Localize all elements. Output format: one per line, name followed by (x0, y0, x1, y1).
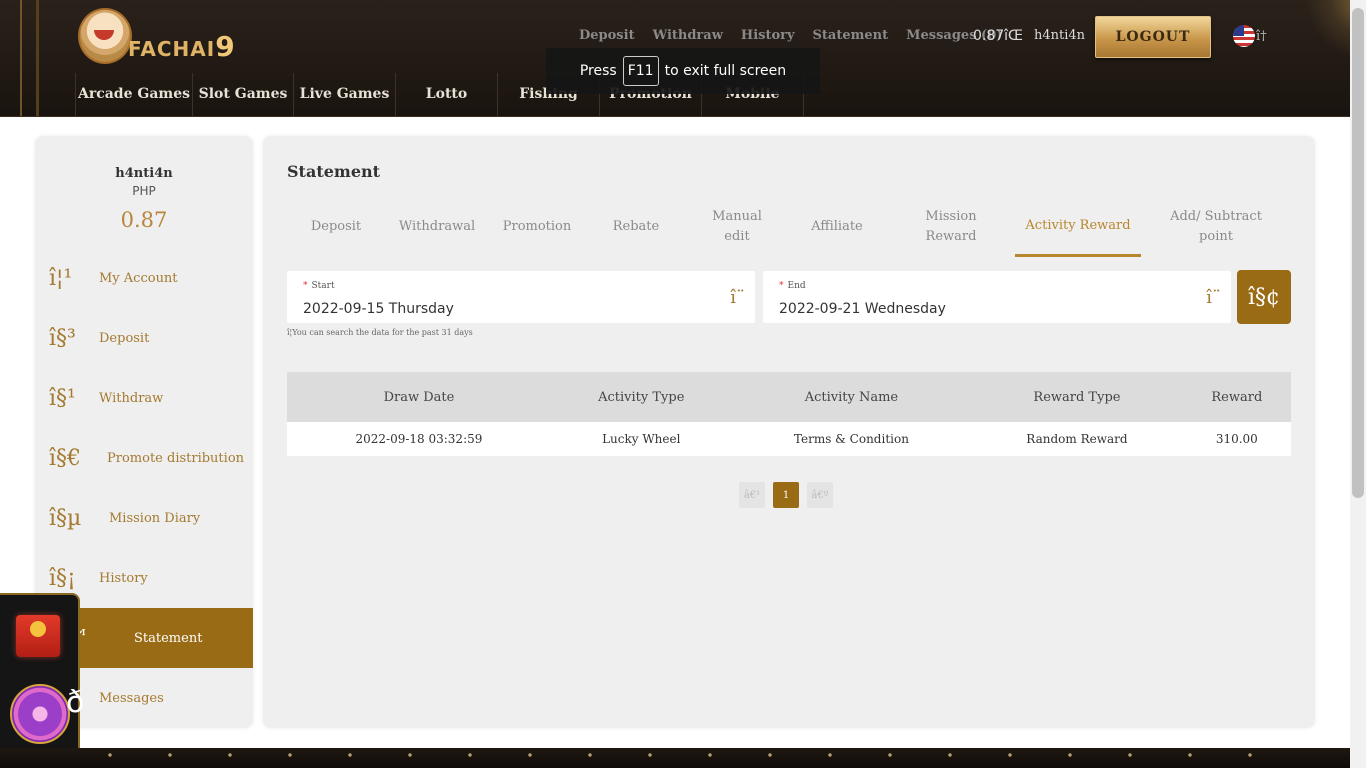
pagination: â€¹ 1 â€º (739, 482, 833, 508)
activity-reward-table: Draw Date Activity Type Activity Name Re… (287, 372, 1291, 456)
nav-lotto[interactable]: Lotto (395, 73, 497, 116)
logo-mascot-icon[interactable] (78, 8, 132, 64)
scrollbar-thumb[interactable] (1352, 8, 1364, 498)
cell-activity-name: Terms & Condition (793, 432, 909, 446)
next-page-button[interactable]: â€º (807, 482, 833, 508)
calendar-icon[interactable]: î¨ (730, 287, 745, 308)
end-date-field[interactable]: * End 2022-09-21 Wednesday î¨ (763, 271, 1231, 323)
tab-manual-edit[interactable]: Manual edit (699, 198, 775, 256)
statement-tabs: Deposit Withdrawal Promotion Rebate Manu… (287, 198, 1291, 257)
tab-affiliate[interactable]: Affiliate (787, 198, 887, 256)
sidebar-username: h4nti4n (115, 166, 173, 181)
start-date-value: 2022-09-15 Thursday (303, 301, 454, 317)
nav-live-games[interactable]: Live Games (293, 73, 395, 116)
sidebar-item-mission-diary[interactable]: î§µ Mission Diary (35, 488, 253, 548)
language-dropdown-icon[interactable]: î† (1256, 29, 1267, 44)
page-title: Statement (287, 162, 381, 181)
deposit-icon: î§³ (49, 325, 76, 351)
f11-key: F11 (622, 56, 659, 86)
sidebar-item-my-account[interactable]: î¦¹ My Account (35, 248, 253, 308)
us-flag-icon[interactable] (1233, 25, 1255, 47)
search-button[interactable]: î§¢ (1237, 270, 1291, 324)
footer-decoration (0, 748, 1350, 768)
prev-page-button[interactable]: â€¹ (739, 482, 765, 508)
sidebar-currency: PHP (132, 184, 156, 198)
topnav-statement[interactable]: Statement (813, 26, 889, 46)
col-reward: Reward (1211, 389, 1263, 405)
tab-withdrawal[interactable]: Withdrawal (387, 198, 487, 256)
col-activity-name: Activity Name (804, 389, 899, 405)
start-date-field[interactable]: * Start 2022-09-15 Thursday î¨ (287, 271, 755, 323)
tab-deposit[interactable]: Deposit (287, 198, 385, 256)
tab-add-subtract-point[interactable]: Add/ Subtract point (1157, 198, 1275, 256)
logo[interactable]: FACHAI9 (128, 30, 236, 63)
top-nav: Deposit Withdraw History Statement Messa… (579, 26, 1020, 46)
sidebar-balance: 0.87 (120, 208, 168, 232)
withdraw-icon: î§¹ (49, 385, 76, 411)
sidebar-item-deposit[interactable]: î§³ Deposit (35, 308, 253, 368)
cell-draw-date: 2022-09-18 03:32:59 (355, 432, 483, 446)
page-1-button[interactable]: 1 (773, 482, 799, 508)
topnav-withdraw[interactable]: Withdraw (653, 26, 723, 46)
search-hint: î¦You can search the data for the past 3… (287, 328, 473, 337)
header-balance: 0.87îŒ (973, 28, 1024, 44)
red-envelope-icon[interactable] (16, 615, 60, 657)
tab-activity-reward[interactable]: Activity Reward (1015, 198, 1141, 257)
lucky-wheel-icon[interactable] (10, 684, 70, 744)
promote-icon: î§€ (49, 445, 82, 471)
search-icon[interactable]: ð (66, 685, 84, 720)
table-row: 2022-09-18 03:32:59 Lucky Wheel Terms & … (287, 422, 1291, 456)
sidebar-item-withdraw[interactable]: î§¹ Withdraw (35, 368, 253, 428)
col-activity-type: Activity Type (598, 389, 685, 405)
history-icon: î§¡ (49, 565, 76, 591)
nav-slot-games[interactable]: Slot Games (192, 73, 293, 116)
col-reward-type: Reward Type (1033, 389, 1121, 405)
statement-panel: Statement Deposit Withdrawal Promotion R… (263, 136, 1315, 728)
cell-reward: 310.00 (1215, 432, 1258, 446)
tab-rebate[interactable]: Rebate (587, 198, 685, 256)
fullscreen-toast: Press F11 to exit full screen (546, 48, 820, 94)
skyline-decoration (0, 0, 80, 116)
mission-icon: î§µ (49, 505, 82, 531)
nav-arcade-games[interactable]: Arcade Games (75, 73, 192, 116)
sidebar-item-promote-distribution[interactable]: î§€ Promote distribution (35, 428, 253, 488)
cell-reward-type: Random Reward (1026, 432, 1128, 446)
topnav-deposit[interactable]: Deposit (579, 26, 635, 46)
end-date-value: 2022-09-21 Wednesday (779, 301, 946, 317)
logout-button[interactable]: LOGOUT (1095, 16, 1211, 58)
cell-activity-type: Lucky Wheel (602, 432, 681, 446)
tab-mission-reward[interactable]: Mission Reward (907, 198, 995, 256)
tab-promotion[interactable]: Promotion (487, 198, 587, 256)
account-icon: î¦¹ (49, 265, 73, 291)
refresh-icon[interactable]: îŒ (1004, 28, 1023, 44)
table-header-row: Draw Date Activity Type Activity Name Re… (287, 372, 1291, 422)
col-draw-date: Draw Date (383, 389, 455, 405)
calendar-icon[interactable]: î¨ (1206, 287, 1221, 308)
topnav-history[interactable]: History (741, 26, 795, 46)
header-username: h4nti4n (1034, 28, 1086, 43)
